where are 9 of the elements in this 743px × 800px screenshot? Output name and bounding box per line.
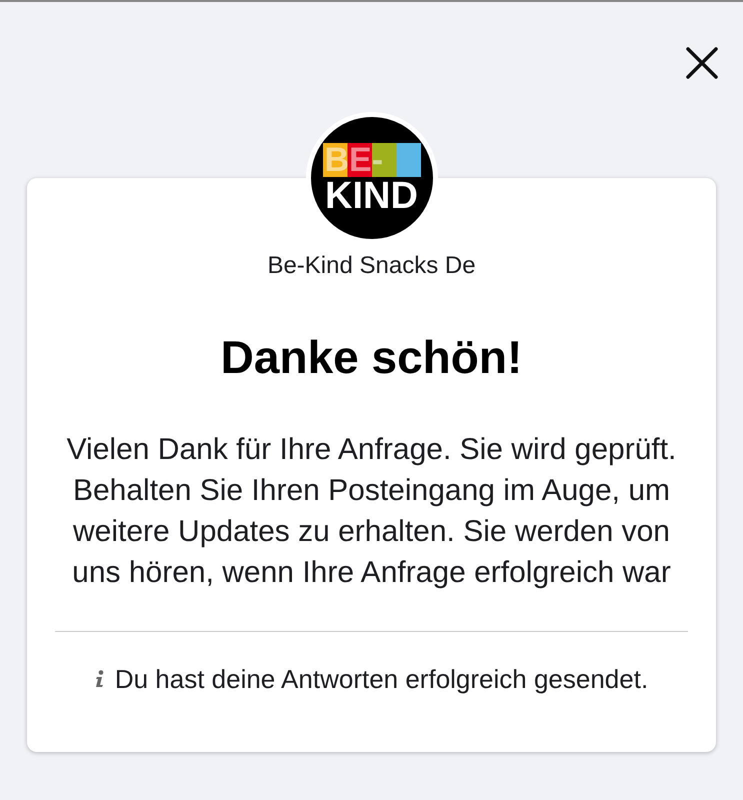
close-button[interactable] [685, 46, 719, 80]
logo-text: BE- [324, 143, 384, 177]
footer-note: Du hast deine Antworten erfolgreich gesendet. [114, 664, 648, 695]
info-icon [94, 670, 105, 688]
message-text: Vielen Dank für Ihre Anfrage. Sie wird geprüft. Behalten Sie Ihren Posteingang im Auge, um weitere Updates zu erhalten. Sie werden von uns hören, wenn Ihre Anfrage erfolgreich war [66, 432, 678, 591]
title: Danke schön! [220, 332, 524, 383]
page-name: Be-Kind Snacks De [266, 252, 477, 280]
close-icon [685, 46, 719, 80]
logo-text: KIND [324, 177, 419, 215]
